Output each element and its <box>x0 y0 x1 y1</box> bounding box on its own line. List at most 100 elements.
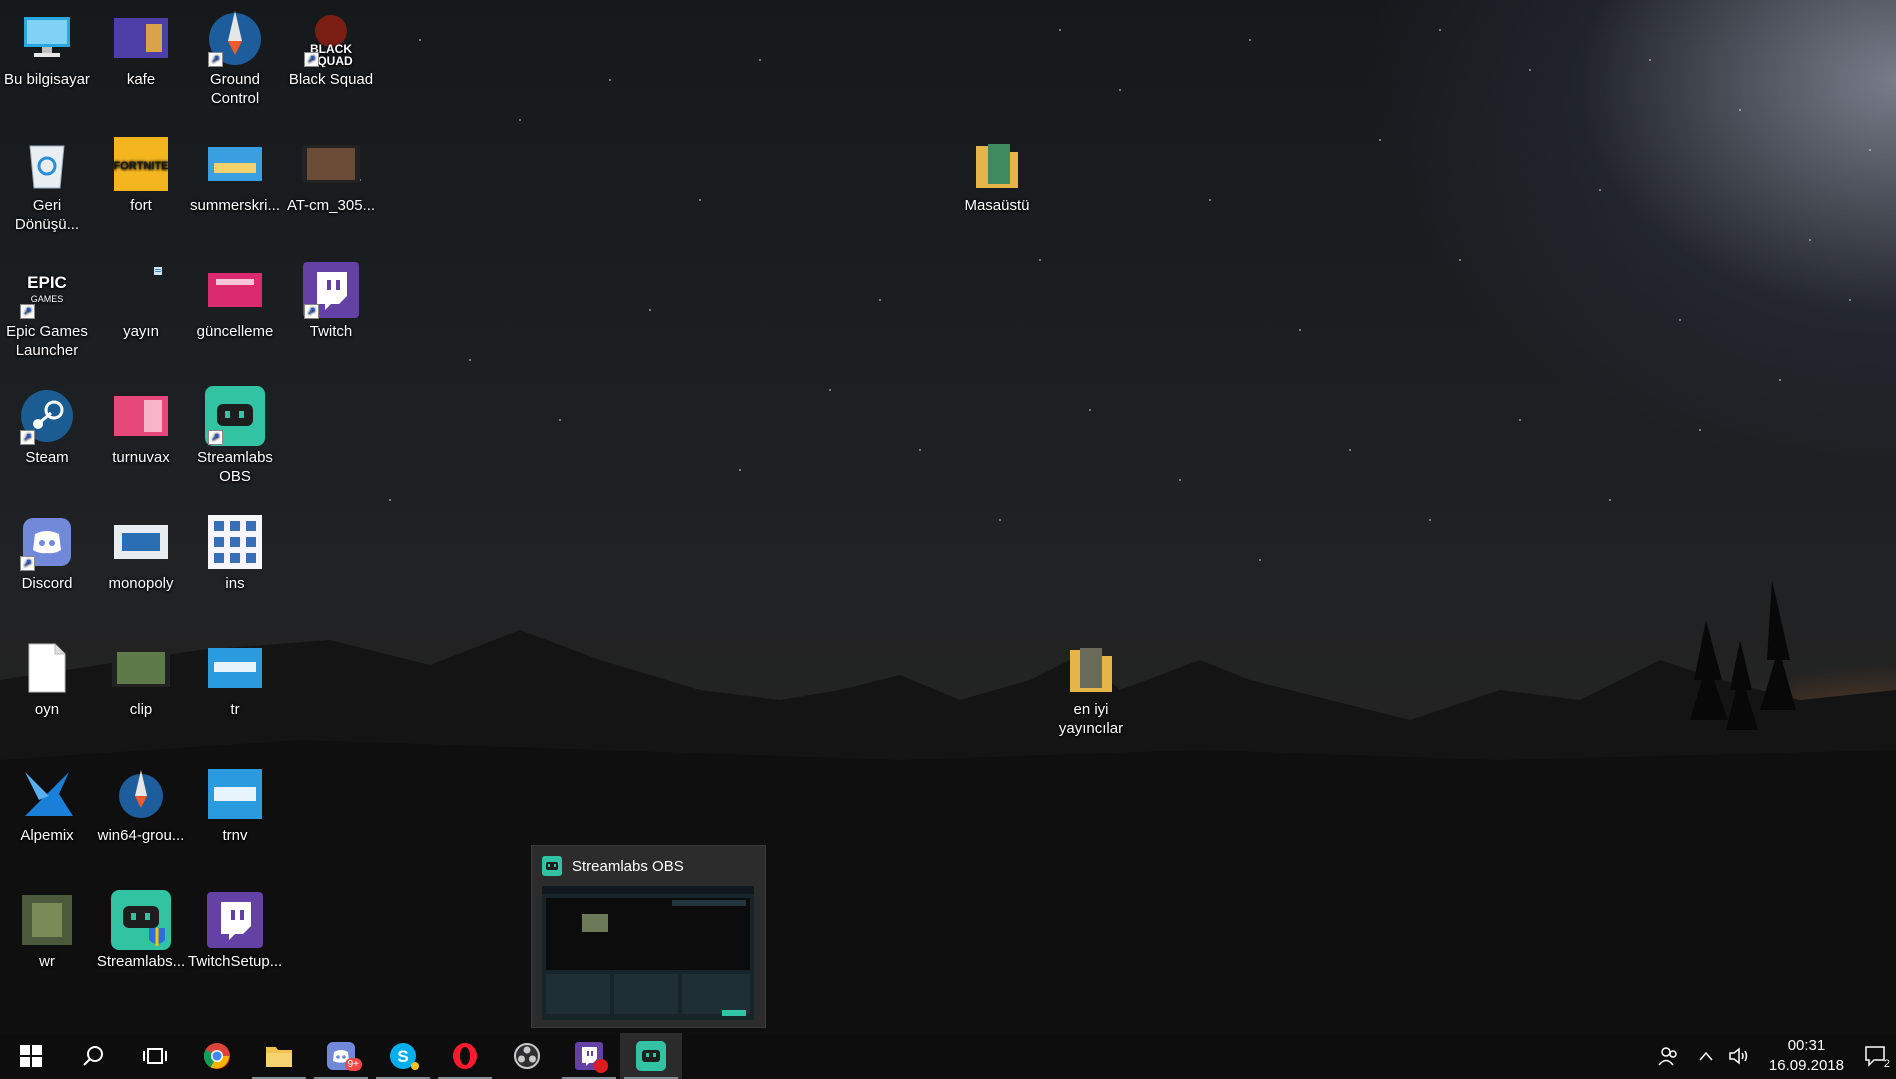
alpemix-icon <box>17 764 77 824</box>
taskbar-skype[interactable]: S <box>372 1033 434 1079</box>
desktop-icon-wr[interactable]: wr <box>0 890 94 971</box>
streamlabs-icon <box>636 1041 666 1071</box>
desktop-icon-win64-ground[interactable]: win64-grou... <box>94 764 188 845</box>
taskbar-obs[interactable] <box>496 1033 558 1079</box>
streamlabs-installer-icon <box>111 890 171 950</box>
image-file-icon <box>111 8 171 68</box>
desktop-icon-alpemix[interactable]: Alpemix <box>0 764 94 845</box>
desktop-icon-at-cm[interactable]: AT-cm_305... <box>284 134 378 215</box>
start-button[interactable] <box>0 1033 62 1079</box>
image-file-icon <box>205 134 265 194</box>
image-file-icon <box>205 260 265 320</box>
taskbar-opera[interactable] <box>434 1033 496 1079</box>
icon-label: monopoly <box>108 575 174 592</box>
desktop-icon-oyn[interactable]: oyn <box>0 638 94 719</box>
taskbar-streamlabs[interactable] <box>620 1033 682 1079</box>
task-view-icon <box>143 1048 167 1064</box>
desktop-icon-discord[interactable]: ↗ Discord <box>0 512 94 593</box>
icon-label: Black Squad <box>288 71 374 88</box>
desktop-icon-tr[interactable]: tr <box>188 638 282 719</box>
desktop-icon-ins[interactable]: ins <box>188 512 282 593</box>
desktop-icon-recycle-bin[interactable]: Geri Dönüşü... <box>0 134 94 234</box>
desktop-folder-masaustu[interactable]: Masaüstü <box>950 134 1044 215</box>
icon-label: Alpemix <box>20 827 74 844</box>
desktop-icon-guncelleme[interactable]: güncelleme <box>188 260 282 341</box>
chevron-up-icon <box>1699 1051 1713 1061</box>
icon-label: güncelleme <box>196 323 274 340</box>
desktop-icon-trnv[interactable]: trnv <box>188 764 282 845</box>
folder-icon <box>266 1047 292 1067</box>
taskbar-discord[interactable]: 9+ <box>310 1033 372 1079</box>
icon-label: wr <box>39 953 55 970</box>
recording-dot <box>594 1059 608 1073</box>
opera-icon <box>453 1043 477 1069</box>
clock-time: 00:31 <box>1787 1037 1826 1054</box>
streamlabs-icon: ↗ <box>205 386 265 446</box>
shortcut-arrow-icon: ↗ <box>20 556 35 571</box>
image-file-icon <box>111 512 171 572</box>
taskbar: 9+ S 00:31 16.09.2018 2 <box>0 1033 1896 1079</box>
unread-badge: 9+ <box>344 1058 362 1071</box>
desktop-icon-bu-bilgisayar[interactable]: Bu bilgisayar <box>0 8 94 89</box>
desktop-icon-summerskri[interactable]: summerskri... <box>188 134 282 215</box>
desktop-icon-streamlabs-obs[interactable]: ↗ Streamlabs OBS <box>188 386 282 486</box>
icon-label: Masaüstü <box>964 197 1030 214</box>
shortcut-arrow-icon: ↗ <box>20 430 35 445</box>
discord-icon: ↗ <box>17 512 77 572</box>
folder-icon <box>967 134 1027 194</box>
search-button[interactable] <box>62 1033 124 1079</box>
chrome-icon <box>203 1043 230 1069</box>
desktop-icon-monopoly[interactable]: monopoly <box>94 512 188 593</box>
desktop-icon-ground-control[interactable]: ↗ Ground Control <box>188 8 282 108</box>
action-center-button[interactable]: 2 <box>1856 1033 1896 1079</box>
preview-thumbnail[interactable] <box>542 886 754 1020</box>
rocket-icon <box>111 764 171 824</box>
desktop-icon-streamlabs-installer[interactable]: Streamlabs... <box>94 890 188 971</box>
icon-label: Ground Control <box>209 71 261 107</box>
icon-label: ins <box>225 575 245 592</box>
volume-button[interactable] <box>1721 1033 1757 1079</box>
desktop-icon-clip[interactable]: clip <box>94 638 188 719</box>
icon-label: win64-grou... <box>97 827 185 844</box>
search-icon <box>83 1046 103 1066</box>
image-file-icon <box>205 512 265 572</box>
steam-icon: ↗ <box>17 386 77 446</box>
svg-text:S: S <box>397 1047 408 1066</box>
icon-label: summerskri... <box>190 197 280 214</box>
svg-text:GAMES: GAMES <box>31 294 64 304</box>
icon-label: Streamlabs OBS <box>197 449 273 485</box>
task-view-button[interactable] <box>124 1033 186 1079</box>
blank-file-icon <box>17 638 77 698</box>
clock[interactable]: 00:31 16.09.2018 <box>1757 1036 1856 1076</box>
epic-games-icon: EPIC GAMES ↗ <box>17 260 77 320</box>
desktop-folder-en-iyi-yayincilar[interactable]: en iyi yayıncılar <box>1044 638 1138 738</box>
desktop-icon-kafe[interactable]: kafe <box>94 8 188 89</box>
desktop-icon-yayin[interactable]: yayın <box>94 260 188 341</box>
desktop-icon-black-squad[interactable]: BLACK SQUAD ↗ Black Squad <box>284 8 378 89</box>
notification-count: 2 <box>1883 1058 1890 1070</box>
desktop-icon-turnuvax[interactable]: turnuvax <box>94 386 188 467</box>
icon-label: fort <box>130 197 152 214</box>
streamlabs-icon <box>542 856 562 876</box>
desktop-icon-fort[interactable]: FORTNITE fort <box>94 134 188 215</box>
taskbar-twitch[interactable] <box>558 1033 620 1079</box>
text-file-icon <box>111 260 171 320</box>
preview-titlebar: Streamlabs OBS <box>532 846 765 886</box>
desktop-icon-twitch[interactable]: ↗ Twitch <box>284 260 378 341</box>
desktop-icon-epic-games[interactable]: EPIC GAMES ↗ Epic Games Launcher <box>0 260 94 360</box>
status-dot <box>411 1062 419 1070</box>
shortcut-arrow-icon: ↗ <box>304 304 319 319</box>
desktop-icon-steam[interactable]: ↗ Steam <box>0 386 94 467</box>
twitch-setup-icon <box>205 890 265 950</box>
preview-title: Streamlabs OBS <box>572 857 684 875</box>
people-button[interactable] <box>1645 1033 1691 1079</box>
shortcut-arrow-icon: ↗ <box>208 52 223 67</box>
taskbar-chrome[interactable] <box>186 1033 248 1079</box>
show-hidden-icons-button[interactable] <box>1691 1033 1721 1079</box>
taskbar-file-explorer[interactable] <box>248 1033 310 1079</box>
icon-label: yayın <box>123 323 159 340</box>
desktop-icon-twitch-setup[interactable]: TwitchSetup... <box>188 890 282 971</box>
taskbar-window-preview[interactable]: Streamlabs OBS <box>531 845 766 1028</box>
image-file-icon <box>111 386 171 446</box>
icon-label: clip <box>129 701 153 718</box>
